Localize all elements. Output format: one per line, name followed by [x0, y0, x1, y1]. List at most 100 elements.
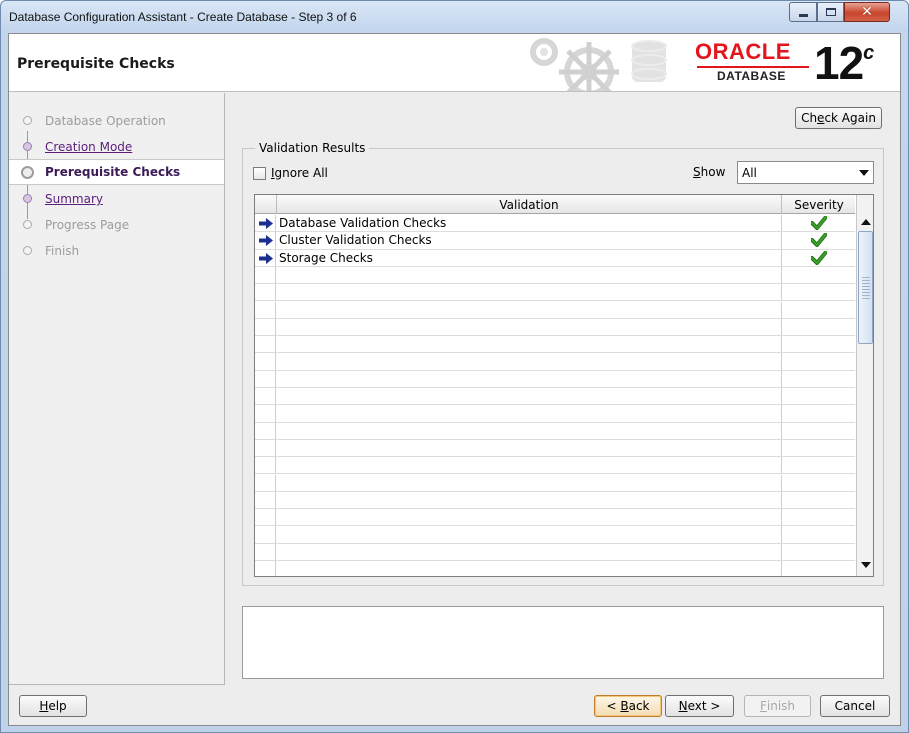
- severity-cell: [781, 543, 855, 560]
- severity-cell: [781, 526, 855, 543]
- button-mnemonic: e: [817, 111, 825, 125]
- severity-cell: [781, 353, 855, 370]
- button-label: inish: [766, 699, 796, 713]
- ignore-all-checkbox[interactable]: Ignore All: [253, 166, 328, 180]
- step-finish: Finish: [9, 238, 224, 264]
- empty-table-row: [255, 561, 855, 576]
- gears-graphic-icon: [530, 38, 667, 91]
- empty-table-row: [255, 301, 855, 319]
- check-succeeded-icon: [810, 233, 827, 248]
- arrow-right-icon[interactable]: [259, 235, 273, 247]
- column-header-severity[interactable]: Severity: [782, 195, 856, 214]
- empty-table-row: [255, 543, 855, 561]
- checkbox-box[interactable]: [253, 166, 266, 180]
- header-gutter: [255, 195, 277, 214]
- empty-table-row: [255, 336, 855, 354]
- button-label: <: [606, 699, 621, 713]
- validation-table: Validation Severity Database Validation …: [254, 194, 874, 577]
- validation-name: Cluster Validation Checks: [279, 233, 432, 248]
- button-mnemonic: N: [678, 699, 688, 713]
- empty-table-row: [255, 388, 855, 406]
- empty-table-row: [255, 284, 855, 302]
- minimize-button[interactable]: [789, 2, 817, 22]
- main-panel: Ch e ck Again Validation Results Ignore Al…: [226, 93, 900, 685]
- version-badge: 12c: [814, 36, 874, 90]
- scroll-up-button[interactable]: [858, 214, 873, 230]
- version-number: 12: [814, 37, 864, 89]
- arrow-right-icon[interactable]: [259, 218, 273, 229]
- severity-cell: [781, 215, 855, 232]
- step-progress-page: Progress Page: [9, 212, 224, 238]
- severity-cell: [781, 422, 855, 439]
- steps-sidebar: Database Operation Creation Mode Prerequ…: [9, 93, 225, 685]
- validation-name: Storage Checks: [279, 250, 373, 265]
- step-label: Finish: [45, 244, 80, 258]
- chevron-down-icon: [859, 170, 869, 176]
- scroll-up-icon: [860, 219, 871, 225]
- scrollbar-thumb[interactable]: [858, 231, 873, 344]
- close-button[interactable]: ✕: [844, 2, 890, 22]
- checkbox-label: gnore All: [274, 166, 328, 180]
- severity-cell: [781, 284, 855, 301]
- table-row[interactable]: Storage Checks: [255, 249, 855, 267]
- wizard-client: Prerequisite Checks ORACLE DATABASE 12c …: [8, 33, 901, 726]
- table-row[interactable]: Database Validation Checks: [255, 215, 855, 233]
- empty-table-row: [255, 439, 855, 458]
- table-row[interactable]: Cluster Validation Checks: [255, 232, 855, 250]
- message-area: [242, 606, 884, 679]
- step-label: Creation Mode: [45, 140, 133, 154]
- version-suffix: c: [863, 41, 874, 64]
- maximize-icon: [825, 8, 836, 16]
- check-again-button[interactable]: Ch e ck Again: [795, 107, 882, 129]
- row-gutter: [255, 266, 276, 284]
- empty-table-row: [255, 422, 855, 440]
- step-creation-mode[interactable]: Creation Mode: [9, 134, 224, 160]
- row-gutter: [255, 284, 276, 301]
- scroll-down-icon: [860, 562, 871, 568]
- empty-table-row: [255, 491, 855, 510]
- help-button[interactable]: Help: [19, 695, 87, 717]
- step-dot: [23, 116, 32, 125]
- severity-cell: [781, 457, 855, 474]
- logo-rule: [697, 66, 809, 68]
- empty-table-row: [255, 405, 855, 423]
- show-label-text: how: [700, 165, 726, 179]
- minimize-icon: [798, 13, 808, 17]
- oracle-wordmark: ORACLE: [695, 39, 791, 64]
- arrow-right-icon[interactable]: [259, 252, 273, 264]
- step-label: Summary: [45, 192, 103, 206]
- row-gutter: [255, 405, 276, 422]
- severity-cell: [781, 405, 855, 422]
- severity-cell: [781, 301, 855, 318]
- row-gutter: [255, 388, 276, 405]
- severity-cell: [781, 561, 855, 576]
- vertical-scrollbar[interactable]: [856, 195, 873, 576]
- validation-name: Database Validation Checks: [279, 216, 447, 230]
- scroll-down-button[interactable]: [858, 557, 873, 573]
- cancel-button[interactable]: Cancel: [820, 695, 890, 717]
- row-gutter: [255, 561, 276, 576]
- empty-table-row: [255, 457, 855, 475]
- back-button[interactable]: < Back: [594, 695, 662, 717]
- window-title: Database Configuration Assistant - Creat…: [9, 10, 357, 24]
- next-button[interactable]: Next >: [665, 695, 734, 717]
- button-label: elp: [48, 699, 67, 713]
- row-gutter: [255, 422, 276, 439]
- empty-table-row: [255, 370, 855, 388]
- show-filter-select[interactable]: All: [737, 161, 874, 184]
- validation-results-legend: Validation Results: [255, 141, 370, 155]
- title-bar[interactable]: Database Configuration Assistant - Creat…: [1, 1, 908, 33]
- severity-cell: [781, 388, 855, 405]
- step-summary[interactable]: Summary: [9, 186, 224, 212]
- maximize-button[interactable]: [817, 2, 844, 22]
- step-dot: [23, 246, 32, 255]
- empty-table-row: [255, 266, 855, 285]
- severity-cell: [781, 509, 855, 526]
- show-filter-value: All: [742, 165, 757, 180]
- finish-button: Finish: [744, 695, 811, 717]
- step-database-operation: Database Operation: [9, 108, 224, 134]
- severity-cell: [781, 491, 855, 509]
- column-header-validation[interactable]: Validation: [277, 195, 782, 214]
- empty-table-row: [255, 509, 855, 527]
- show-mnemonic: S: [693, 165, 701, 179]
